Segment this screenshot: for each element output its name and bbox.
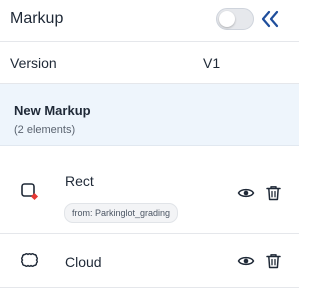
source-name: Parkinglot_grading (95, 208, 171, 218)
markup-group-name: New Markup (14, 103, 91, 118)
collapse-panel-button[interactable] (259, 9, 281, 29)
cloud-shape-icon (21, 253, 38, 267)
eye-icon[interactable] (237, 186, 255, 200)
panel-title: Markup (10, 10, 64, 27)
source-prefix: from: (72, 208, 96, 218)
version-row: Version V1 (0, 42, 299, 84)
element-name: Cloud (65, 254, 102, 270)
double-chevron-left-icon (261, 10, 279, 28)
version-value: V1 (203, 55, 221, 71)
element-name: Rect (65, 173, 94, 189)
trash-icon[interactable] (266, 185, 281, 201)
trash-icon[interactable] (266, 253, 281, 269)
panel-header: Markup (0, 0, 299, 42)
markup-element-cloud[interactable]: Cloud (0, 234, 299, 288)
rectangle-shape-icon (21, 183, 39, 201)
markup-group-count: (2 elements) (14, 124, 76, 136)
markup-toggle[interactable] (216, 8, 254, 30)
toggle-knob (219, 11, 235, 27)
markup-group-header[interactable]: New Markup (2 elements) (0, 84, 299, 146)
markup-element-rect[interactable]: Rect from: Parkinglot_grading (0, 146, 299, 234)
eye-icon[interactable] (237, 254, 255, 268)
version-label: Version (10, 55, 57, 71)
element-source-badge: from: Parkinglot_grading (64, 203, 179, 223)
